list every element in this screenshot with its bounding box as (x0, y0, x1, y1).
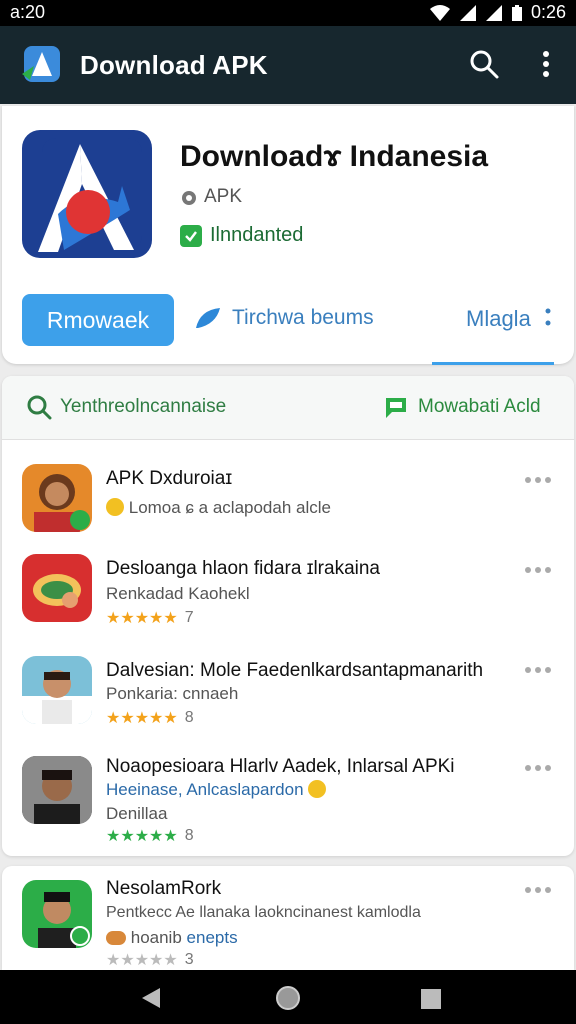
app-icon (22, 130, 152, 258)
status-clock: 0:26 (530, 2, 566, 22)
rating-count: 8 (184, 709, 194, 726)
item-subtitle-2: Denillaa (106, 804, 168, 823)
star-icon: ★★★★★ (106, 710, 178, 727)
item-subtitle: Pentkecc Ae llanaka laokncinanest kamlod… (106, 904, 421, 921)
item-title: Noaopesioara Hlarlv Aadek, Inlarsal APKi (106, 756, 455, 777)
rating-stars: ★★★★★ 7 (106, 608, 194, 628)
app-bar: Download APK (0, 26, 576, 104)
status-time: a:20 (10, 2, 46, 22)
item-subtitle-text: Lomoa ɕ a aclapodah alcle (128, 498, 331, 517)
rating-stars: ★★★★★ 8 (106, 826, 194, 846)
signal-icon (459, 4, 476, 21)
avatar (22, 656, 92, 724)
battery-icon (511, 4, 522, 21)
primary-action-button[interactable]: Rmowaek (22, 294, 174, 346)
star-icon: ★★★★★ (106, 610, 178, 627)
rating-stars: ★★★★★ 3 (106, 950, 194, 970)
item-tag-label: hoanib (130, 928, 182, 947)
chat-bubble-icon (386, 398, 406, 418)
item-title: NesolamRork (106, 878, 222, 899)
app-detail-card: Downloadɤ Indanesia APK Ilnndanted Rmowa… (2, 106, 574, 365)
tab-indicator (432, 362, 554, 365)
avatar (22, 880, 92, 948)
secondary-tab-label: Tirchwa beums (232, 306, 374, 329)
wifi-icon (429, 4, 450, 21)
rating-stars: ★★★★★ 8 (106, 708, 194, 728)
more-horiz-icon[interactable] (524, 886, 552, 894)
rating-count: 3 (184, 951, 194, 968)
filter-bar: Yenthreolncannaise Mowabati Acld (2, 376, 574, 440)
food-icon (106, 931, 126, 945)
item-subtitle-text: Heeinase, Anlcaslapardon (106, 780, 304, 799)
status-icons: 0:26 (429, 2, 566, 23)
app-type-label: APK (204, 186, 243, 207)
tab-more-icon[interactable] (542, 304, 554, 332)
item-tag-link[interactable]: enepts (187, 928, 238, 947)
filter-search-label: Yenthreolncannaise (60, 396, 227, 417)
filter-chat-label: Mowabati Acld (418, 396, 541, 417)
item-subtitle: Renkadad Kaohekl (106, 584, 250, 603)
rating-count: 8 (184, 827, 194, 844)
emoji-icon (308, 780, 327, 798)
recent-apps-icon[interactable] (420, 988, 442, 1010)
app-type: APK (180, 186, 242, 208)
app-logo-icon (22, 46, 60, 82)
more-horiz-icon[interactable] (524, 566, 552, 574)
avatar (22, 554, 92, 622)
item-title: Dalvesian: Mole Faedenlkardsantapmanarit… (106, 660, 484, 681)
search-icon (27, 395, 52, 420)
app-status: Ilnndanted (180, 224, 303, 247)
leaf-icon (196, 308, 220, 328)
check-icon (180, 224, 202, 247)
rating-count: 7 (184, 609, 194, 626)
more-horiz-icon[interactable] (524, 764, 552, 772)
signal-icon (485, 4, 502, 21)
list-item[interactable]: NesolamRork Pentkecc Ae llanaka laokncin… (2, 866, 574, 970)
star-icon: ★★★★★ (106, 952, 178, 969)
secondary-tab[interactable]: Tirchwa beums (194, 306, 374, 330)
item-title: APK Dxduroiaɪ (106, 468, 233, 489)
apk-icon (182, 191, 196, 205)
filter-chat[interactable]: Mowabati Acld (382, 394, 541, 420)
status-bar: a:20 0:26 (0, 0, 576, 26)
more-horiz-icon[interactable] (524, 476, 552, 484)
navigation-bar (0, 970, 576, 1024)
app-list: Yenthreolncannaise Mowabati Acld APK Dxd… (2, 376, 574, 856)
emoji-icon (106, 498, 124, 516)
filter-search[interactable]: Yenthreolncannaise (26, 394, 226, 420)
item-title: Desloanga hlaon fidara ɪlrakaina (106, 558, 380, 579)
app-icon-graphic (38, 138, 142, 252)
item-subtitle: Heeinase, Anlcaslapardon (106, 780, 327, 800)
search-icon[interactable] (468, 48, 500, 80)
more-horiz-icon[interactable] (524, 666, 552, 674)
item-tag: hoanib enepts (106, 928, 238, 948)
app-bar-title: Download APK (80, 50, 268, 80)
app-status-label: Ilnndanted (210, 224, 304, 246)
more-vert-icon[interactable] (534, 48, 558, 80)
home-icon[interactable] (274, 984, 302, 1012)
avatar (22, 464, 92, 532)
star-icon: ★★★★★ (106, 828, 178, 845)
item-subtitle: Lomoa ɕ a aclapodah alcle (106, 498, 331, 518)
item-subtitle: Ponkaria: cnnaeh (106, 684, 239, 703)
back-icon[interactable] (140, 986, 162, 1010)
app-name: Downloadɤ Indanesia (180, 140, 489, 173)
tab-more[interactable]: Mlagla (466, 306, 531, 332)
avatar (22, 756, 92, 824)
